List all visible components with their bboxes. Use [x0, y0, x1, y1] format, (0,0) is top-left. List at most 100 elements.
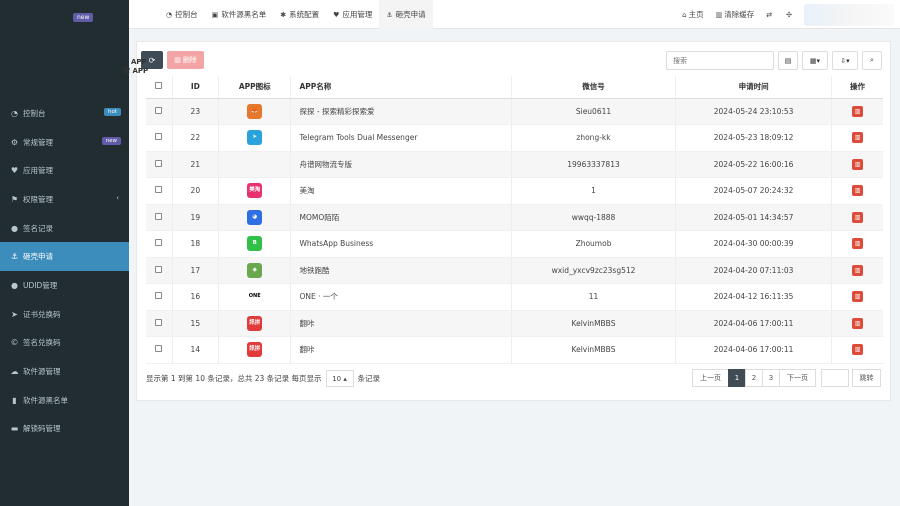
sidebar-item-4[interactable]: ● 签名记录 — [0, 214, 129, 243]
delete-row-button[interactable]: ▥ — [852, 264, 864, 276]
jump-button[interactable]: 跳转 — [852, 369, 881, 387]
page-2-button[interactable]: 2 — [745, 369, 763, 387]
row-select-cell[interactable] — [146, 204, 173, 231]
row-checkbox[interactable] — [155, 345, 163, 353]
sidebar-item-6[interactable]: ● UDID管理 — [0, 271, 129, 300]
table-row[interactable]: 16 ONE ONE · 一个 11 2024-04-12 16:11:35 ▥ — [146, 283, 883, 311]
nav-tab-2[interactable]: ✱ 系统配置 — [273, 0, 326, 29]
row-select-cell[interactable] — [146, 124, 173, 152]
sidebar-item-label: 应用管理 — [23, 166, 53, 176]
telegram-app-icon[interactable]: ➤ — [247, 130, 263, 146]
delete-row-button[interactable]: ▥ — [852, 317, 864, 329]
row-checkbox[interactable] — [155, 265, 163, 273]
sidebar-item-7[interactable]: ➤ 证书兑换码 — [0, 300, 129, 329]
export-button[interactable]: ⇩▾ — [832, 51, 858, 70]
row-checkbox[interactable] — [155, 186, 163, 194]
table-row[interactable]: 18 B WhatsApp Business Zhoumob 2024-04-30 00… — [146, 230, 883, 258]
delete-row-button[interactable]: ▥ — [852, 132, 864, 144]
cell-app-name: 翻咔 — [290, 310, 512, 337]
cell-apply-time: 2024-04-06 17:00:11 — [675, 336, 833, 364]
row-select-cell[interactable] — [146, 151, 173, 178]
meitao-app-icon[interactable]: 美淘 — [247, 183, 263, 199]
nav-tab-1[interactable]: ▣ 软件源黑名单 — [205, 0, 274, 29]
one-app-icon[interactable]: ONE — [247, 289, 263, 305]
page-3-button[interactable]: 3 — [762, 369, 780, 387]
sidebar-item-9[interactable]: ☁ 软件源管理 — [0, 357, 129, 386]
jump-page-input[interactable] — [821, 369, 849, 387]
cell-app-icon: 美淘 — [218, 177, 292, 205]
page-1-button[interactable]: 1 — [728, 369, 746, 387]
delete-row-button[interactable]: ▥ — [852, 105, 864, 117]
row-checkbox[interactable] — [155, 212, 163, 220]
row-select-cell[interactable] — [146, 98, 173, 125]
row-select-cell[interactable] — [146, 336, 173, 364]
row-checkbox[interactable] — [155, 292, 163, 300]
table-row[interactable]: 19 ◕ MOMO陌陌 wwqq-1888 2024-05-01 14:34:57 ▥ — [146, 204, 883, 231]
row-select-cell[interactable] — [146, 177, 173, 205]
momo-app-icon[interactable]: ◕ — [247, 209, 263, 225]
clear-cache-link[interactable]: ▥ 清除缓存 — [716, 9, 755, 20]
sidebar-item-10[interactable]: ▮ 软件源黑名单 — [0, 386, 129, 415]
delete-row-button[interactable]: ▥ — [852, 211, 864, 223]
xunpin-app-icon[interactable]: 訊拼 — [247, 342, 263, 358]
cell-id: 16 — [172, 283, 219, 311]
sidebar-menu: ◔ 控制台 hot ⚙ 常规管理 new ♥ 应用管理 ⚑ 权限管理 ‹ ● 签名记录 ⚓ 砸壳申请 ● UDI… — [0, 99, 129, 443]
row-select-cell[interactable] — [146, 283, 173, 311]
delete-row-button[interactable]: ▥ — [852, 238, 864, 250]
page-size-select[interactable]: 10 ▴ — [325, 370, 354, 387]
delete-row-button[interactable]: ▥ — [852, 158, 864, 170]
heart-icon: ♥ — [10, 166, 19, 176]
table-row[interactable]: 14 訊拼 翻咔 KelvinMBBS 2024-04-06 17:00:11 ▥ — [146, 336, 883, 364]
prev-page-button[interactable]: 上一页 — [692, 369, 729, 387]
sidebar-item-8[interactable]: © 签名兑换码 — [0, 329, 129, 358]
cell-app-icon: 🦊 — [218, 98, 292, 125]
language-button[interactable]: ⇄ — [766, 11, 774, 19]
home-link[interactable]: ⌂ 主页 — [682, 9, 703, 20]
nav-tab-0[interactable]: ◔ 控制台 — [159, 0, 205, 29]
delete-row-button[interactable]: ▥ — [852, 344, 864, 356]
table-row[interactable]: 22 ➤ Telegram Tools Dual Messenger zhong-kk… — [146, 124, 883, 152]
sidebar-item-2[interactable]: ♥ 应用管理 — [0, 156, 129, 185]
toggle-view-button[interactable]: ▤ — [778, 51, 798, 70]
subway-app-icon[interactable]: ◆ — [247, 262, 263, 278]
sidebar-item-0[interactable]: ◔ 控制台 hot — [0, 99, 129, 128]
delete-row-button[interactable]: ▥ — [852, 185, 864, 197]
delete-button[interactable]: ▥ 删除 — [167, 51, 204, 69]
sidebar-item-1[interactable]: ⚙ 常规管理 new — [0, 128, 129, 157]
columns-button[interactable]: ▦▾ — [802, 51, 828, 70]
nav-tab-3[interactable]: ♥ 应用管理 — [326, 0, 379, 29]
search-input[interactable] — [666, 51, 774, 70]
header-id[interactable]: ID — [172, 76, 219, 99]
sidebar-item-5[interactable]: ⚓ 砸壳申请 — [0, 242, 129, 272]
sidebar-item-3[interactable]: ⚑ 权限管理 ‹ — [0, 185, 129, 214]
cell-id: 20 — [172, 177, 219, 205]
next-page-button[interactable]: 下一页 — [779, 369, 816, 387]
row-checkbox[interactable] — [155, 133, 163, 141]
table-row[interactable]: 20 美淘 美淘 1 2024-05-07 20:24:32 ▥ — [146, 177, 883, 205]
fox-app-icon[interactable]: 🦊 — [247, 103, 263, 119]
row-select-cell[interactable] — [146, 230, 173, 258]
row-checkbox[interactable] — [155, 106, 163, 114]
cell-apply-time: 2024-04-20 07:11:03 — [675, 257, 833, 284]
select-all-checkbox[interactable] — [155, 82, 163, 90]
select-all-cell[interactable] — [146, 76, 173, 99]
row-checkbox[interactable] — [155, 318, 163, 326]
nav-tab-4[interactable]: ⚓ 砸壳申请 — [379, 0, 433, 29]
fullscreen-button[interactable]: ✣ — [786, 11, 794, 19]
row-checkbox[interactable] — [155, 159, 163, 167]
row-select-cell[interactable] — [146, 257, 173, 284]
sidebar-item-11[interactable]: ▬ 解锁码管理 — [0, 415, 129, 444]
table-row[interactable]: 21 舟谱网物流专版 19963337813 2024-05-22 16:00:16 ▥ — [146, 151, 883, 178]
cell-id: 15 — [172, 310, 219, 337]
table-row[interactable]: 15 訊拼 翻咔 KelvinMBBS 2024-04-06 17:00:11 ▥ — [146, 310, 883, 337]
row-select-cell[interactable] — [146, 310, 173, 337]
xunpin-app-icon[interactable]: 訊拼 — [247, 315, 263, 331]
table-row[interactable]: 17 ◆ 地铁跑酷 wxid_yxcv9zc23sg512 2024-04-20 07:… — [146, 257, 883, 284]
user-account-menu[interactable] — [804, 3, 894, 26]
whatsapp-app-icon[interactable]: B — [247, 236, 263, 252]
delete-row-button[interactable]: ▥ — [852, 291, 864, 303]
row-checkbox[interactable] — [155, 239, 163, 247]
group-icon: ⚑ — [10, 194, 19, 204]
advanced-search-button[interactable]: ⌕ — [862, 51, 882, 70]
table-row[interactable]: 23 🦊 探探 - 探索精彩探索爱 Sieu0611 2024-05-24 23:10:… — [146, 98, 883, 125]
